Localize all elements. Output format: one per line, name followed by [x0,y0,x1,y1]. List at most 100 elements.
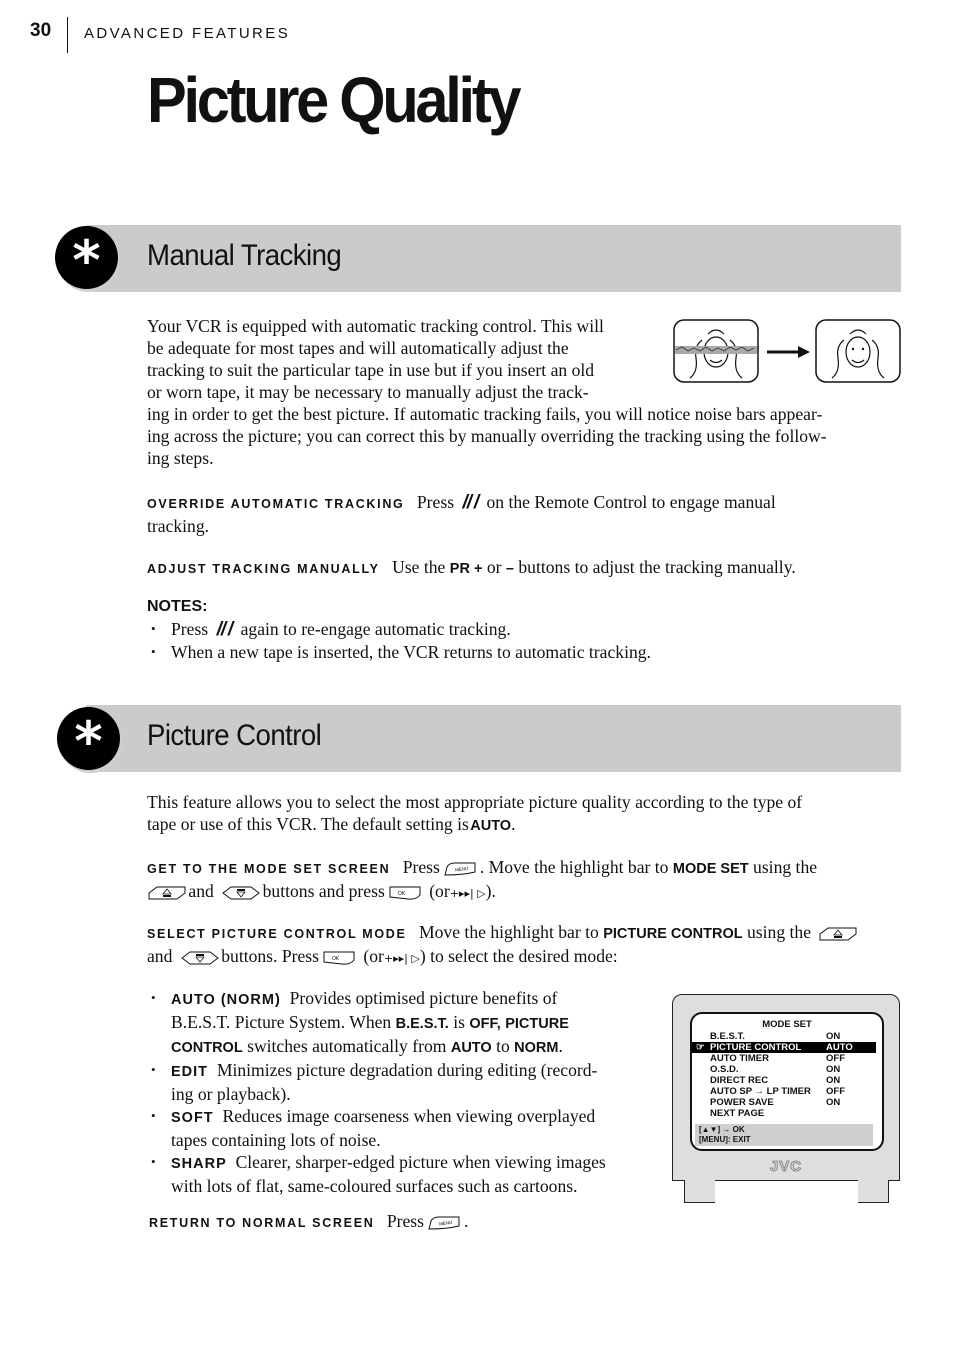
picture-control-banner: Picture Control [86,705,901,772]
tv-base: JVC [672,1154,900,1181]
step-text: buttons. Press [221,946,319,966]
tracking-button-icon: // / [462,492,479,513]
step-text: Move the highlight bar to [418,922,599,942]
pr-minus-key: – [505,561,514,577]
mode-name: EDIT [171,1064,209,1080]
note-item: When a new tape is inserted, the VCR ret… [147,641,867,663]
osd-footer-nav: [▲▼] → OK [699,1125,745,1134]
mode-desc: Reduces image coarseness when viewing ov… [222,1106,596,1126]
mode-desc: with lots of flat, same-coloured surface… [171,1176,578,1196]
osd-screen: MODE SET B.E.S.T. ON ☞ PICTURE CONTROL AUTO A… [690,1012,884,1151]
tv-clear-picture-illustration [815,319,901,383]
picture-control-intro: This feature allows you to select the mo… [147,791,907,837]
mode-desc: tapes containing lots of noise. [171,1130,381,1150]
return-normal-step: RETURN TO NORMAL SCREEN Press MENU. [149,1210,649,1234]
arrow-right-icon [767,346,810,358]
mode-desc: switches automatically from [247,1036,447,1056]
menu-button-icon: MENU [443,861,477,877]
osd-row-value: OFF [826,1053,845,1064]
osd-row: POWER SAVE ON [692,1097,876,1108]
keyword: CONTROL [171,1040,243,1056]
svg-text:OK: OK [332,956,340,962]
svg-text:OK: OK [398,891,406,897]
keyword: PICTURE [505,1016,569,1032]
picture-control-key: PICTURE CONTROL [603,926,743,942]
step-text: Press [402,857,440,877]
tv-noise-bars-illustration [673,319,759,383]
default-setting: AUTO [470,818,512,834]
tracking-button-icon: // / [216,619,234,640]
osd-row-label: POWER SAVE [710,1097,774,1108]
keyword: B.E.S.T. [395,1016,449,1032]
osd-row-value: AUTO [826,1042,853,1053]
mode-set-key: MODE SET [672,861,749,877]
intro-text: tape or use of this VCR. The default set… [147,814,469,834]
menu-button-icon: MENU [427,1215,461,1231]
page-title: Picture Quality [147,64,522,136]
step-text: tracking. [147,516,210,536]
mode-name: SHARP [171,1156,227,1172]
intro-line: ing in order to get the best picture. If… [147,404,823,424]
ok-button-icon: OK [322,950,356,966]
mode-desc: Clearer, sharper-edged picture when view… [235,1152,606,1172]
step-text: . Move the highlight bar to [479,857,669,877]
header-divider [67,17,68,53]
step-text: buttons and press [262,881,385,901]
step-text: ) to select the desired mode: [419,946,618,966]
page-number: 30 [30,20,52,41]
osd-row-label: DIRECT REC [710,1075,769,1086]
notes-heading: NOTES: [147,598,208,615]
pr-plus-key: PR + [449,561,483,577]
step-text: Use the [392,557,446,577]
section-label: ADVANCED FEATURES [84,25,291,42]
osd-row-label: O.S.D. [710,1064,739,1075]
osd-row: NEXT PAGE [692,1108,876,1119]
tracking-illustration [673,319,901,383]
pointer-icon: ☞ [696,1042,705,1053]
step-text: Press [386,1211,425,1231]
step-lead: RETURN TO NORMAL SCREEN [149,1216,375,1230]
step-text: . [464,1211,469,1231]
intro-line: ing across the picture; you can correct … [147,426,827,446]
adjust-tracking-step: ADJUST TRACKING MANUALLY Use the PR + or… [147,556,907,580]
mode-desc: ing or playback). [171,1084,291,1104]
mode-name: AUTO (NORM) [171,992,281,1008]
osd-row-label: AUTO SP → LP TIMER [710,1086,811,1097]
osd-footer-exit: [MENU]: EXIT [699,1135,751,1144]
mode-desc: to [496,1036,510,1056]
step-lead: OVERRIDE AUTOMATIC TRACKING [147,497,405,511]
mode-item-sharp: SHARP Clearer, sharper-edged picture whe… [147,1151,647,1197]
osd-row-label: NEXT PAGE [710,1108,765,1119]
skip-forward-icon: +▸▸| ▷ [383,952,420,965]
step-lead: SELECT PICTURE CONTROL MODE [147,927,407,941]
skip-forward-icon: +▸▸| ▷ [449,887,486,900]
intro-line: tape or use of this VCR. The default set… [147,813,907,837]
osd-row: ☞ PICTURE CONTROL AUTO [692,1042,876,1053]
mode-desc: Provides optimised picture benefits of [289,988,558,1008]
step-text: and [188,881,214,901]
step-text: using the [746,922,812,942]
override-tracking-step: OVERRIDE AUTOMATIC TRACKING Press // / o… [147,491,907,537]
jvc-logo: JVC [769,1158,803,1176]
osd-row-label: B.E.S.T. [710,1031,745,1042]
note-item: Press // / again to re-engage automatic … [147,618,867,641]
keyword: NORM [514,1040,559,1056]
step-text: Press [416,492,455,512]
osd-row-value: OFF [826,1086,845,1097]
tv-body: MODE SET B.E.S.T. ON ☞ PICTURE CONTROL AUTO A… [672,994,900,1156]
step-lead: GET TO THE MODE SET SCREEN [147,862,391,876]
get-mode-set-step: GET TO THE MODE SET SCREEN Press MENU. Mo… [147,856,907,905]
step-text: buttons to adjust the tracking manually. [518,557,796,577]
intro-line: or worn tape, it may be necessary to man… [147,382,589,402]
intro-text: . [511,814,516,834]
step-text: (or [363,946,384,966]
mode-desc: . [558,1036,563,1056]
step-text: ). [485,881,496,901]
osd-row: B.E.S.T. ON [692,1031,876,1042]
osd-row-value: ON [826,1031,841,1042]
mode-item-soft: SOFT Reduces image coarseness when viewi… [147,1105,647,1151]
step-lead: ADJUST TRACKING MANUALLY [147,562,380,576]
keyword: AUTO [450,1040,492,1056]
mode-item-edit: EDIT Minimizes picture degradation durin… [147,1059,647,1105]
down-button-icon [221,885,261,901]
